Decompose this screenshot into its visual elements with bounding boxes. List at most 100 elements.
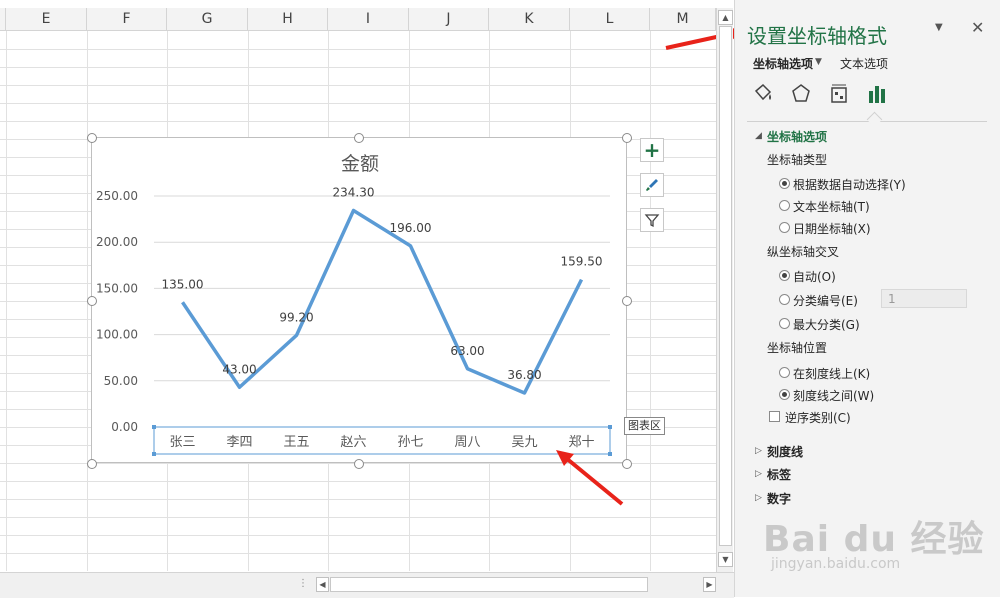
chart-filters-button[interactable] [640,208,664,232]
radio-auto-select[interactable] [779,178,790,189]
watermark-logo: Bai du 经验 [763,510,985,562]
format-axis-panel: 设置坐标轴格式 ▼ ✕ 坐标轴选项 ▼ 文本选项 ◢ 坐标轴选项 坐标轴类型 根… [734,0,1000,597]
brush-icon [644,177,660,193]
crosses-heading: 纵坐标轴交叉 [767,243,839,260]
collapsed-triangle-icon[interactable]: ▷ [755,446,762,456]
scroll-up-icon[interactable]: ▲ [718,10,733,25]
scroll-right-icon[interactable]: ▶ [703,577,716,592]
radio-crosses-category[interactable] [779,294,790,305]
column-header-j[interactable]: J [409,8,489,30]
plus-icon: + [644,140,661,160]
axis-type-option-date[interactable]: 日期坐标轴(X) [793,220,871,237]
column-header-f[interactable]: F [87,8,167,30]
y-tick-label: 150.00 [96,281,138,295]
section-axis-options[interactable]: 坐标轴选项 [767,128,827,145]
data-label: 36.80 [507,368,541,382]
category-number-input[interactable]: 1 [881,289,967,308]
reverse-categories-checkbox[interactable] [769,411,780,422]
radio-date-axis[interactable] [779,222,790,233]
axis-type-option-auto[interactable]: 根据数据自动选择(Y) [793,176,906,193]
expanded-triangle-icon[interactable]: ◢ [755,131,762,141]
radio-on-tick-marks[interactable] [779,367,790,378]
y-tick-label: 50.00 [104,374,138,388]
tab-text-options[interactable]: 文本选项 [840,55,888,72]
scroll-left-icon[interactable]: ◀ [316,577,329,592]
position-option-between-ticks[interactable]: 刻度线之间(W) [793,387,874,404]
position-heading: 坐标轴位置 [767,339,827,356]
panel-divider [747,121,987,122]
tab-axis-options[interactable]: 坐标轴选项 [753,55,813,72]
chart-resize-handle-bottom[interactable] [354,459,364,469]
column-header-i[interactable]: I [328,8,409,30]
column-header-k[interactable]: K [489,8,570,30]
chart-resize-handle-top-left[interactable] [87,133,97,143]
panel-options-dropdown-icon[interactable]: ▼ [935,22,943,33]
data-label: 159.50 [561,255,603,269]
section-number[interactable]: 数字 [767,490,791,507]
x-tick-label: 李四 [226,435,252,450]
chart-plot: 金额0.0050.00100.00150.00200.00250.00张三李四王… [92,138,628,464]
horizontal-scroll-area: ⋮ ◀ ▶ [0,572,734,598]
split-handle-icon[interactable]: ⋮ [298,578,308,589]
position-option-on-ticks[interactable]: 在刻度线上(K) [793,365,870,382]
effects-icon[interactable] [789,82,813,106]
data-label: 234.30 [333,186,375,200]
data-label: 99.20 [279,310,313,324]
collapsed-triangle-icon[interactable]: ▷ [755,469,762,479]
x-tick-label: 周八 [454,435,480,450]
crosses-option-max[interactable]: 最大分类(G) [793,316,860,333]
section-tick-marks[interactable]: 刻度线 [767,443,803,460]
chart-resize-handle-bottom-left[interactable] [87,459,97,469]
radio-crosses-max[interactable] [779,318,790,329]
close-icon[interactable]: ✕ [971,18,984,37]
filter-icon [644,212,660,228]
chart-resize-handle-top[interactable] [354,133,364,143]
chart-styles-button[interactable] [640,173,664,197]
chart-resize-handle-right[interactable] [622,296,632,306]
chart-resize-handle-bottom-right[interactable] [622,459,632,469]
x-tick-label: 赵六 [340,435,366,450]
reverse-categories-label[interactable]: 逆序类别(C) [785,409,851,426]
panel-title: 设置坐标轴格式 [747,20,887,49]
fill-line-icon[interactable] [751,82,775,106]
tab-dropdown-icon[interactable]: ▼ [815,57,822,67]
column-header-l[interactable]: L [570,8,650,30]
scroll-down-icon[interactable]: ▼ [718,552,733,567]
x-tick-label: 孙七 [397,435,423,450]
chart-resize-handle-top-right[interactable] [622,133,632,143]
chart-area-tooltip: 图表区 [624,417,665,435]
radio-between-tick-marks[interactable] [779,389,790,400]
x-axis-selection-handle [608,425,612,429]
x-axis-selection-handle [608,452,612,456]
chart-resize-handle-left[interactable] [87,296,97,306]
x-axis-selection-handle [152,452,156,456]
axis-type-option-text[interactable]: 文本坐标轴(T) [793,198,870,215]
chart-title: 金额 [341,153,379,175]
vertical-scroll-thumb[interactable] [719,26,732,546]
active-tab-indicator [867,112,883,128]
column-header-g[interactable]: G [167,8,248,30]
x-tick-label: 吴九 [511,435,537,450]
radio-crosses-auto[interactable] [779,270,790,281]
vertical-scrollbar[interactable]: ▲ ▼ [716,8,733,572]
crosses-option-auto[interactable]: 自动(O) [793,268,836,285]
chart-elements-button[interactable]: + [640,138,664,162]
y-tick-label: 250.00 [96,189,138,203]
x-tick-label: 张三 [169,435,195,450]
column-header-bar: E F G H I J K L M [0,8,716,31]
axis-options-icon[interactable] [865,82,889,106]
radio-text-axis[interactable] [779,200,790,211]
column-header-m[interactable]: M [650,8,716,30]
line-chart[interactable]: 金额0.0050.00100.00150.00200.00250.00张三李四王… [91,137,627,463]
x-axis-selection-box [154,427,610,454]
column-header-h[interactable]: H [248,8,328,30]
crosses-option-category[interactable]: 分类编号(E) [793,292,858,309]
section-labels[interactable]: 标签 [767,466,791,483]
horizontal-scroll-thumb[interactable] [330,577,648,592]
size-properties-icon[interactable] [827,82,851,106]
axis-type-heading: 坐标轴类型 [767,151,827,168]
collapsed-triangle-icon[interactable]: ▷ [755,493,762,503]
column-header-e[interactable]: E [6,8,87,30]
data-label: 43.00 [222,362,256,376]
watermark-url: jingyan.baidu.com [771,556,900,572]
